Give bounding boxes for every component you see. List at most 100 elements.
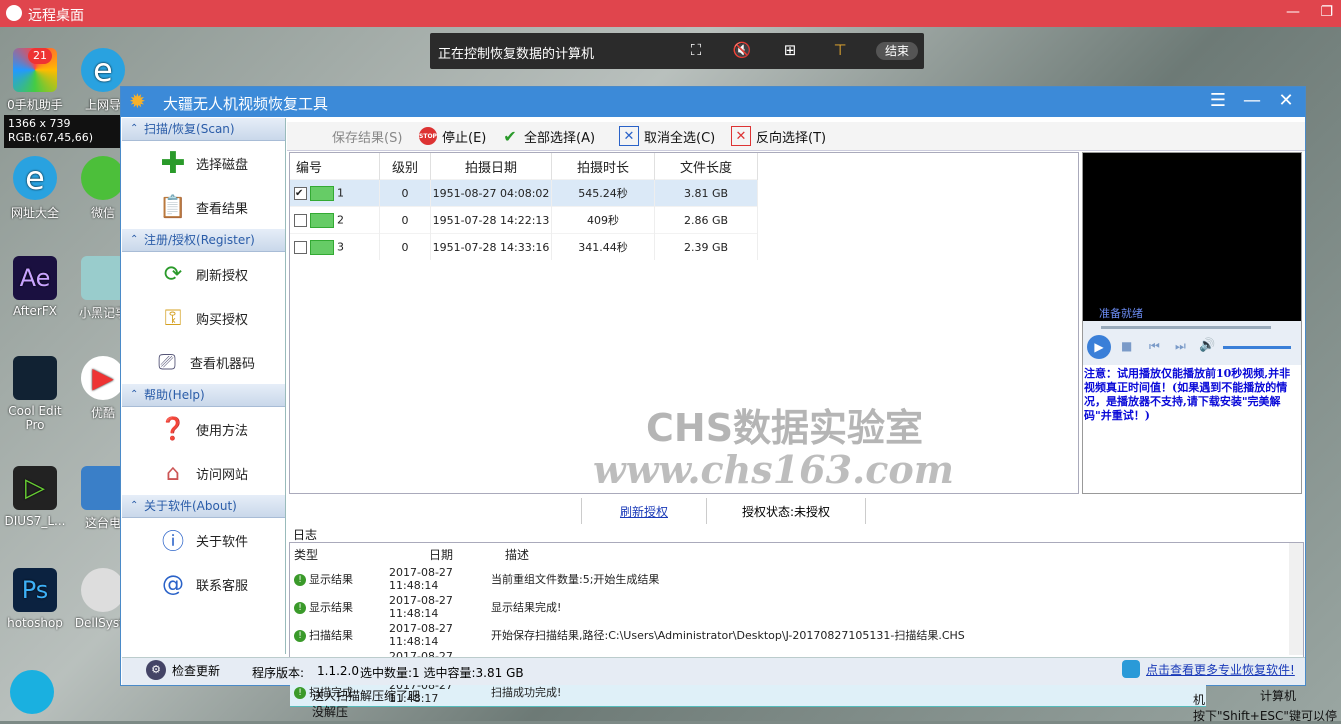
- col-header-id[interactable]: 编号: [290, 153, 380, 180]
- app-logo-icon: ✹: [129, 89, 146, 113]
- background-chat-window: 送人扫描解压缩了吧 没解压 计算机 机 按下"Shift+ESC"键可以停: [300, 687, 1341, 723]
- desktop-icon-url-nav[interactable]: e 网址大全: [0, 156, 70, 221]
- log-date: 2017-08-27 11:48:14: [389, 566, 453, 592]
- desktop-icon-label: 上网导: [84, 98, 121, 112]
- sidebar-item-visit-site[interactable]: ⌂ 访问网站: [122, 451, 285, 495]
- desktop-icon-afterfx[interactable]: Ae AfterFX: [0, 256, 70, 318]
- row-checkbox[interactable]: [294, 213, 307, 227]
- sidebar-item-select-disk[interactable]: ✚ 选择磁盘: [122, 141, 285, 185]
- invert-selection-button[interactable]: ✕ 反向选择(T): [731, 125, 826, 147]
- desktop-icon-cool-edit[interactable]: Cool Edit Pro: [0, 356, 70, 432]
- log-row[interactable]: ! 扫描结果 2017-08-27 11:48:14 开始保存扫描结果,路径:C:…: [290, 621, 1206, 649]
- collapse-icon: ⌃: [130, 389, 139, 400]
- qq-icon: [6, 5, 22, 21]
- button-label: 检查更新: [172, 663, 221, 678]
- link-label: 点击查看更多专业恢复软件!: [1146, 662, 1295, 677]
- sidebar-item-label: 使用方法: [196, 423, 249, 439]
- log-type: 显示结果: [309, 573, 353, 586]
- minimize-icon[interactable]: —: [1239, 90, 1265, 114]
- watermark-url: www.chs163.com: [593, 447, 954, 492]
- sidebar-item-label: 购买授权: [196, 312, 249, 328]
- next-icon[interactable]: ⏭: [1175, 339, 1186, 354]
- col-header-type[interactable]: 类型: [290, 543, 385, 565]
- video-file-icon: [310, 239, 334, 255]
- col-header-desc[interactable]: 描述: [477, 543, 1206, 565]
- sidebar-item-contact[interactable]: @ 联系客服: [122, 562, 285, 606]
- sidebar-item-about[interactable]: ⓘ 关于软件: [122, 518, 285, 562]
- license-bar: 刷新授权 授权状态:未授权: [581, 498, 867, 524]
- mute-icon[interactable]: 🔇: [732, 41, 752, 61]
- log-row[interactable]: ! 显示结果 2017-08-27 11:48:14 显示结果完成!: [290, 593, 1206, 621]
- section-heading: 关于软件(About): [144, 499, 237, 513]
- cell-date: 1951-07-28 14:33:16: [430, 233, 552, 260]
- player-controls: ▶ ■ ⏮ ⏭ 🔊: [1083, 321, 1301, 365]
- video-file-icon: [310, 185, 334, 201]
- sidebar-item-usage[interactable]: ❓ 使用方法: [122, 407, 285, 451]
- row-checkbox[interactable]: ✔: [294, 186, 307, 200]
- table-row[interactable]: 2 0 1951-07-28 14:22:13 409秒 2.86 GB: [290, 206, 758, 234]
- tooltip-size: 1366 x 739: [8, 117, 71, 130]
- col-header-size[interactable]: 文件长度: [654, 153, 758, 180]
- table-row[interactable]: ✔ 1 0 1951-08-27 04:08:02 545.24秒 3.81 GB: [290, 179, 758, 207]
- col-header-date[interactable]: 拍摄日期: [430, 153, 552, 180]
- desktop-icon-photoshop[interactable]: Ps hotoshop: [0, 568, 70, 630]
- sidebar-item-label: 访问网站: [196, 467, 249, 483]
- sidebar-section-scan[interactable]: ⌃ 扫描/恢复(Scan): [122, 118, 285, 141]
- deselect-all-button[interactable]: ✕ 取消全选(C): [619, 125, 715, 147]
- sidebar-item-buy-license[interactable]: ⚿ 购买授权: [122, 296, 285, 340]
- sidebar-section-help[interactable]: ⌃ 帮助(Help): [122, 384, 285, 407]
- check-update-button[interactable]: ⚙ 检查更新: [146, 660, 220, 680]
- col-header-duration[interactable]: 拍摄时长: [551, 153, 655, 180]
- fullscreen-icon[interactable]: ⛶: [686, 41, 706, 61]
- pin-icon[interactable]: ⊤: [830, 41, 850, 61]
- remote-tray: [1140, 28, 1340, 38]
- log-row[interactable]: ! 显示结果 2017-08-27 11:48:14 当前重组文件数量:5;开始生…: [290, 565, 1206, 593]
- window-icon[interactable]: ⊞: [780, 41, 800, 61]
- toolbar: 保存结果(S) STOP 停止(E) ✔ 全部选择(A) ✕ 取消全选(C) ✕ 反向选…: [287, 122, 1305, 151]
- col-header-level[interactable]: 级别: [379, 153, 431, 180]
- cell-id: 2: [337, 213, 344, 226]
- sidebar-item-label: 刷新授权: [196, 268, 249, 284]
- sidebar-section-register[interactable]: ⌃ 注册/授权(Register): [122, 229, 285, 252]
- cell-level: 0: [379, 179, 431, 207]
- cell-level: 0: [379, 233, 431, 260]
- log-desc: 当前重组文件数量:5;开始生成结果: [491, 573, 660, 586]
- menu-icon[interactable]: ☰: [1205, 90, 1231, 114]
- stop-icon: STOP: [419, 127, 437, 145]
- previous-icon[interactable]: ⏮: [1149, 339, 1160, 354]
- desktop-icon-label: AfterFX: [13, 304, 57, 318]
- log-scrollbar[interactable]: [1289, 543, 1303, 655]
- save-results-button[interactable]: 保存结果(S): [332, 125, 402, 147]
- col-header-date[interactable]: 日期: [385, 543, 477, 565]
- info-icon: !: [294, 574, 306, 586]
- desktop-icon-label: 0手机助手: [7, 98, 63, 112]
- close-icon[interactable]: ✕: [1273, 90, 1299, 114]
- restore-icon[interactable]: ❐: [1320, 4, 1333, 20]
- chat-line: 没解压: [312, 705, 349, 719]
- stop-icon[interactable]: ■: [1121, 339, 1132, 353]
- stop-button[interactable]: STOP 停止(E): [419, 125, 486, 147]
- table-row[interactable]: 3 0 1951-07-28 14:33:16 341.44秒 2.39 GB: [290, 233, 758, 260]
- chat-line: 按下"Shift+ESC"键可以停: [1193, 709, 1337, 723]
- sidebar-item-refresh-license[interactable]: ⟳ 刷新授权: [122, 252, 285, 296]
- plus-icon: ✚: [160, 145, 186, 181]
- more-software-link[interactable]: 点击查看更多专业恢复软件!: [1122, 660, 1295, 678]
- play-icon[interactable]: ▶: [1087, 335, 1111, 359]
- desktop-icon-edius[interactable]: ▷ DIUS7_L...: [0, 466, 70, 528]
- volume-icon[interactable]: 🔊: [1199, 338, 1215, 353]
- row-checkbox[interactable]: [294, 240, 307, 254]
- grid-header: 编号 级别 拍摄日期 拍摄时长 文件长度: [290, 153, 758, 180]
- seek-bar[interactable]: [1101, 326, 1271, 329]
- refresh-license-link[interactable]: 刷新授权: [581, 498, 706, 524]
- sidebar-section-about[interactable]: ⌃ 关于软件(About): [122, 495, 285, 518]
- minimize-icon[interactable]: —: [1286, 4, 1300, 20]
- select-all-button[interactable]: ✔ 全部选择(A): [501, 125, 595, 147]
- section-heading: 注册/授权(Register): [144, 233, 255, 247]
- video-app-icon[interactable]: [10, 670, 54, 714]
- button-label: 取消全选(C): [644, 130, 716, 146]
- sidebar-item-machine-code[interactable]: ⎚ 查看机器码: [122, 340, 285, 384]
- end-session-button[interactable]: 结束: [876, 42, 918, 60]
- volume-slider[interactable]: [1223, 346, 1291, 349]
- chat-line: 机: [1193, 693, 1206, 707]
- sidebar-item-view-results[interactable]: 📋 查看结果: [122, 185, 285, 229]
